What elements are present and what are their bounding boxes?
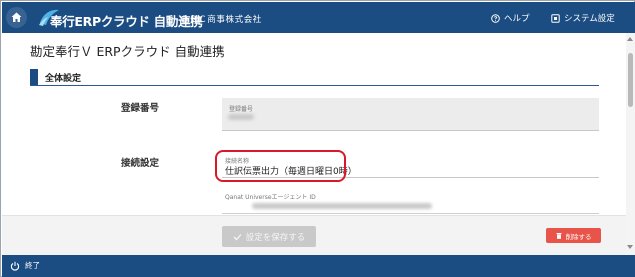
save-settings-label: 設定を保存する: [245, 232, 306, 243]
home-button[interactable]: [6, 7, 27, 28]
section-header: 全体設定: [30, 69, 599, 86]
redacted-value: [228, 114, 254, 120]
registration-row-label: 登録番号: [121, 103, 160, 114]
agent-id-field[interactable]: Qanat Universeエージェント ID: [222, 189, 599, 214]
section-accent: [30, 69, 38, 85]
help-label: ヘルプ: [504, 14, 530, 24]
question-icon: [491, 13, 500, 23]
settings-icon: [551, 13, 560, 23]
delete-label: 削除する: [565, 232, 592, 241]
action-bar: 設定を保存する 削除する: [2, 215, 626, 255]
power-icon: [10, 261, 20, 271]
check-icon: [233, 233, 242, 240]
save-settings-button[interactable]: 設定を保存する: [222, 226, 316, 247]
scroll-thumb[interactable]: [628, 53, 633, 107]
vertical-scrollbar[interactable]: [626, 33, 635, 255]
agent-id-caption: Qanat Universeエージェント ID: [225, 194, 316, 201]
redacted-value: [252, 203, 432, 209]
home-icon: [11, 12, 22, 22]
top-header: 奉行ERPクラウド 自動連携 ＯＢＣ商事株式会社 ヘルプ システム設定: [2, 2, 635, 33]
highlight-annotation: [215, 150, 346, 182]
scroll-down-arrow-icon[interactable]: [627, 245, 633, 249]
page-title: 勘定奉行Ｖ ERPクラウド 自動連携: [30, 44, 225, 59]
registration-field-caption: 登録番号: [229, 106, 254, 113]
scroll-up-arrow-icon[interactable]: [627, 37, 633, 41]
delete-button[interactable]: 削除する: [546, 228, 601, 243]
trash-icon: [556, 233, 561, 239]
exit-label: 終了: [25, 261, 40, 270]
company-name: ＯＢＣ商事株式会社: [180, 15, 262, 25]
connection-row-label: 接続設定: [121, 158, 160, 169]
system-settings-link[interactable]: システム設定: [551, 11, 615, 25]
system-settings-label: システム設定: [564, 14, 615, 24]
registration-number-field: 登録番号: [222, 98, 599, 131]
exit-button[interactable]: 終了: [10, 260, 40, 271]
section-label: 全体設定: [45, 74, 82, 84]
help-link[interactable]: ヘルプ: [491, 11, 530, 25]
app-window: 奉行ERPクラウド 自動連携 ＯＢＣ商事株式会社 ヘルプ システム設定 勘定奉行…: [0, 0, 635, 277]
bottom-footer: 終了: [2, 255, 635, 277]
